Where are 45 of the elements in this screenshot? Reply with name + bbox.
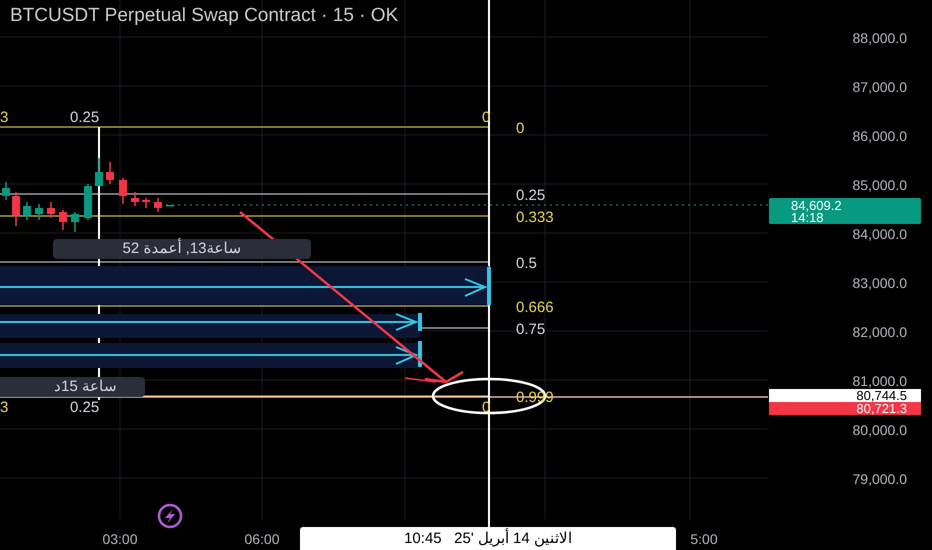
measure-tooltip: ساعة13, أعمدة 52: [53, 239, 311, 259]
candle: [95, 158, 103, 186]
fib-level-label: 0.75: [516, 321, 546, 338]
candle: [131, 192, 139, 206]
fib-level-label: 0.666: [516, 299, 554, 316]
time-label: 5:00: [690, 531, 718, 547]
price-label: 88,000.0: [852, 30, 907, 46]
price-label: 79,000.0: [852, 471, 907, 487]
candle: [47, 202, 55, 218]
fib-level-label: 0.5: [516, 255, 537, 272]
candle: [23, 202, 31, 220]
price-label: 84,000.0: [852, 226, 907, 242]
price-label: 82,000.0: [852, 324, 907, 340]
measure-tooltip: ساعة 15د: [0, 377, 145, 397]
fib-label: 3: [0, 399, 8, 416]
price-tag-value: 80,721.3: [856, 401, 907, 416]
fib-label: 0.25: [70, 399, 100, 416]
candle: [142, 198, 150, 208]
price-label: 85,000.0: [852, 177, 907, 193]
last-price-value: 84,609.2: [791, 198, 842, 213]
fib-level-label: 0.25: [516, 187, 546, 204]
price-label: 80,000.0: [852, 422, 907, 438]
fib-label: 3: [0, 109, 8, 126]
chart-title: BTCUSDT Perpetual Swap Contract · 15 · OK: [10, 5, 398, 26]
price-label: 83,000.0: [852, 275, 907, 291]
price-tag-value: 80,744.5: [856, 388, 907, 403]
candle: [154, 198, 162, 212]
crosshair-time-label: الاثنين 14 أبريل '25 10:45: [300, 527, 676, 550]
candle: [71, 212, 79, 232]
candle: [106, 162, 114, 184]
price-label: 81,000.0: [852, 373, 907, 389]
candle: [84, 184, 92, 220]
price-label: 87,000.0: [852, 79, 907, 95]
price-label: 86,000.0: [852, 128, 907, 144]
time-label: 03:00: [102, 531, 138, 547]
candle: [12, 192, 20, 226]
candle: [2, 182, 10, 200]
fib-label: 0.25: [70, 109, 100, 126]
candle: [35, 204, 43, 220]
lightning-icon[interactable]: [158, 504, 182, 528]
fib-level-label: 0: [516, 120, 524, 137]
candle: [119, 178, 127, 204]
fib-level-label: 0.333: [516, 209, 554, 226]
candle: [59, 210, 67, 230]
time-label: 06:00: [244, 531, 280, 547]
